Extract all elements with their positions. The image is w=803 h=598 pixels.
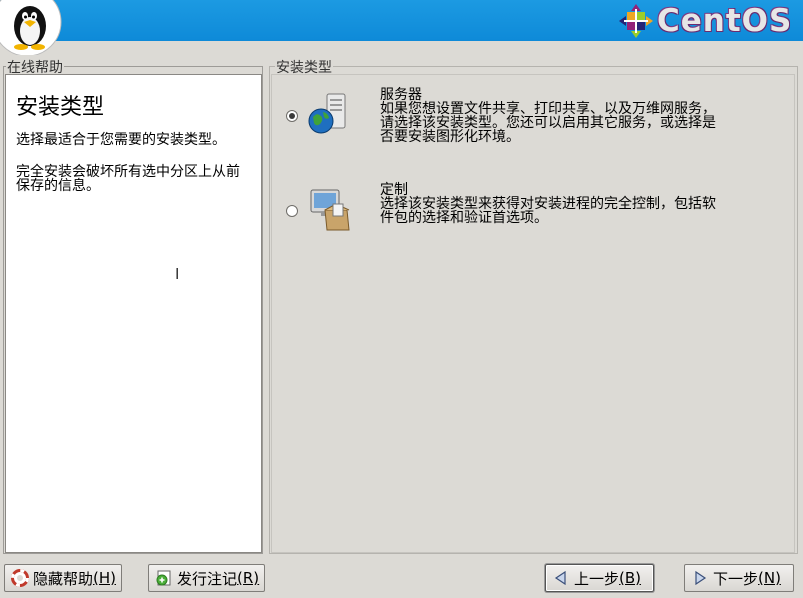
hide-help-button[interactable]: 隐藏帮助 (H) [4,564,122,592]
lifebuoy-icon [11,569,29,587]
back-label: 上一步 [574,569,620,588]
release-notes-label: 发行注记 [177,569,238,588]
option-description: 选择该安装类型来获得对安装进程的完全控制，包括软件包的选择和验证首选项。 [380,196,716,226]
next-button[interactable]: 下一步 (N) [684,564,794,592]
option-title: 定制 [380,182,408,198]
release-notes-accel: (R) [237,569,260,587]
help-panel[interactable]: 安装类型 选择最适合于您需要的安装类型。 完全安装会破坏所有选中分区上从前保存的… [5,74,262,553]
back-accel: (B) [619,569,642,587]
next-label: 下一步 [713,569,759,588]
option-custom[interactable]: 定制 选择该安装类型来获得对安装进程的完全控制，包括软件包的选择和验证首选项。 [286,183,720,232]
option-server[interactable]: 服务器 如果您想设置文件共享、打印共享、以及万维网服务，请选择该安装类型。您还可… [286,88,720,144]
option-description: 如果您想设置文件共享、打印共享、以及万维网服务，请选择该安装类型。您还可以启用其… [380,101,716,145]
brand-name: CentOS [657,3,793,39]
next-accel: (N) [758,569,781,587]
notes-icon [156,570,171,586]
server-globe-icon [308,93,346,134]
install-type-panel [271,74,795,553]
option-title: 服务器 [380,87,422,103]
help-paragraph: 选择最适合于您需要的安装类型。 [16,132,226,148]
hide-help-label: 隐藏帮助 [33,569,94,588]
help-paragraph: 完全安装会破坏所有选中分区上从前保存的信息。 [16,164,240,194]
hide-help-accel: (H) [93,569,116,587]
text-cursor-icon: I [175,265,180,283]
release-notes-button[interactable]: 发行注记 (R) [148,564,265,592]
brand-logo: CentOS [618,2,792,40]
penguin-logo-icon [0,0,62,55]
help-title: 安装类型 [16,95,105,120]
centos-logo-icon [619,4,653,38]
right-arrow-icon [695,570,707,586]
back-button[interactable]: 上一步 (B) [545,564,654,592]
custom-radio[interactable] [286,205,298,217]
left-arrow-icon [554,570,566,586]
server-radio[interactable] [286,110,298,122]
custom-package-icon [310,189,350,231]
